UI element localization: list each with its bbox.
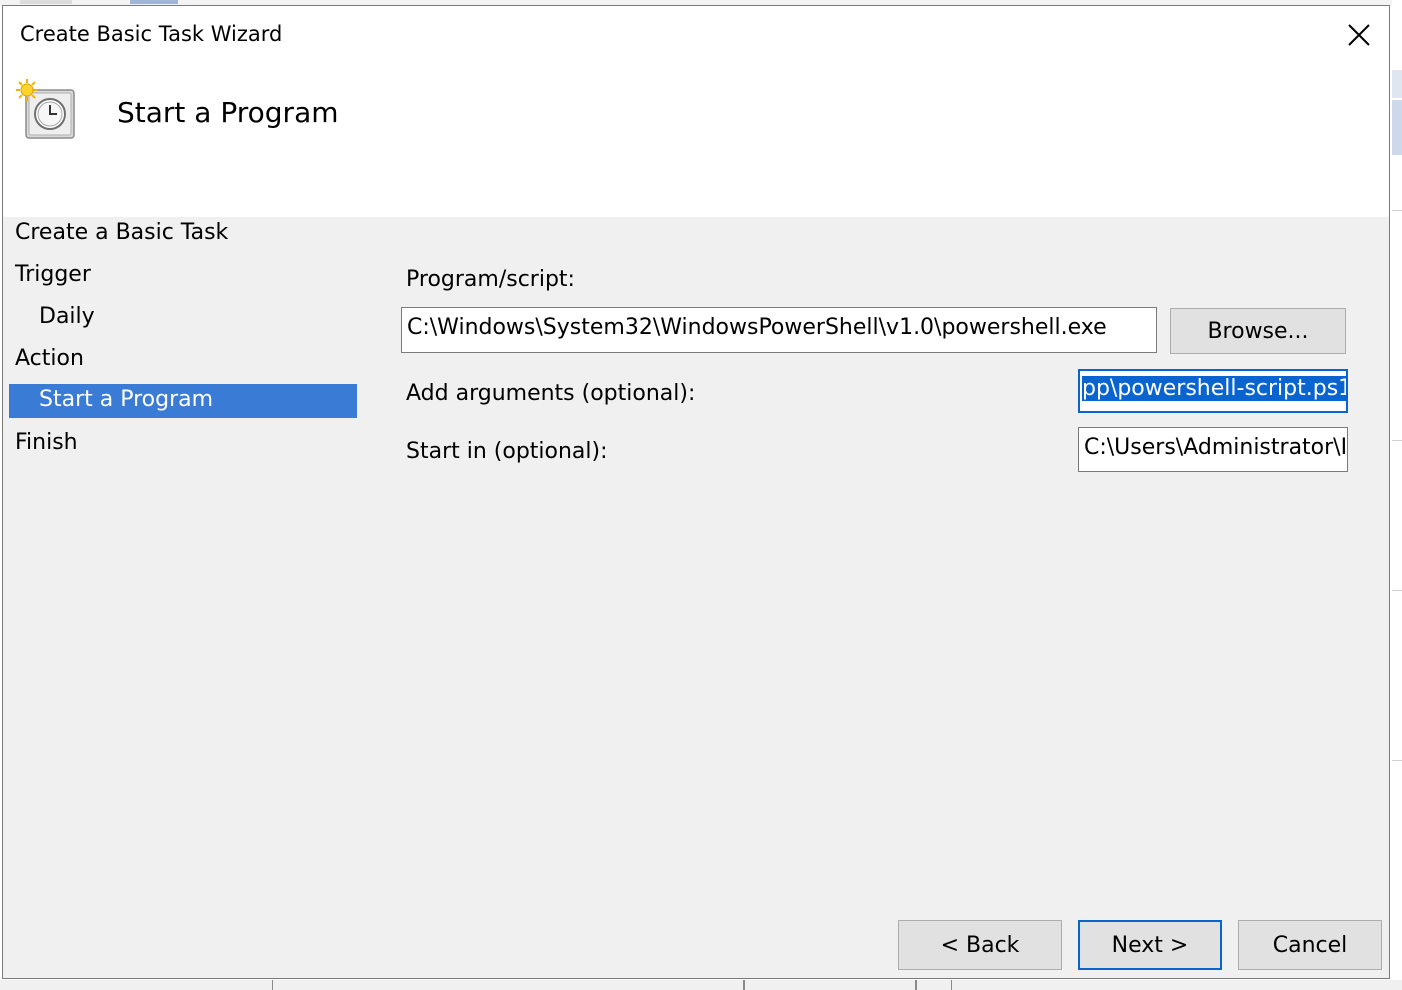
- start-in-input[interactable]: C:\Users\Administrator\I: [1078, 427, 1348, 472]
- close-button[interactable]: [1329, 6, 1389, 64]
- background-window-edge-right: [1392, 0, 1402, 990]
- browse-button[interactable]: Browse...: [1170, 308, 1346, 354]
- add-arguments-input[interactable]: pp\powershell-script.ps1: [1078, 369, 1348, 413]
- next-button-label: Next >: [1111, 932, 1189, 958]
- browse-button-label: Browse...: [1207, 318, 1309, 344]
- window-title: Create Basic Task Wizard: [20, 22, 283, 46]
- step-create-basic-task: Create a Basic Task: [15, 220, 229, 245]
- step-finish: Finish: [15, 430, 78, 455]
- start-in-label: Start in (optional):: [406, 439, 608, 464]
- back-button-label: < Back: [940, 932, 1020, 958]
- step-action: Action: [15, 346, 84, 371]
- title-bar: Create Basic Task Wizard: [3, 6, 1389, 64]
- cancel-button[interactable]: Cancel: [1238, 920, 1382, 970]
- close-icon: [1348, 24, 1370, 46]
- program-script-value: C:\Windows\System32\WindowsPowerShell\v1…: [407, 315, 1107, 340]
- back-button[interactable]: < Back: [898, 920, 1062, 970]
- step-trigger: Trigger: [15, 262, 91, 287]
- start-in-value: C:\Users\Administrator\I: [1084, 435, 1348, 460]
- step-start-a-program: Start a Program: [9, 384, 357, 418]
- page-title: Start a Program: [117, 96, 339, 129]
- step-start-a-program-label: Start a Program: [39, 387, 214, 412]
- program-script-label: Program/script:: [406, 267, 575, 292]
- wizard-header: Start a Program: [3, 64, 1389, 217]
- task-scheduler-clock-icon: [16, 79, 75, 139]
- cancel-button-label: Cancel: [1272, 932, 1348, 958]
- next-button[interactable]: Next >: [1078, 920, 1222, 970]
- step-daily: Daily: [39, 304, 95, 329]
- create-basic-task-dialog: Create Basic Task Wizard Start a Program…: [2, 5, 1390, 979]
- add-arguments-value: pp\powershell-script.ps1: [1082, 376, 1346, 401]
- program-script-input[interactable]: C:\Windows\System32\WindowsPowerShell\v1…: [401, 307, 1157, 353]
- background-window-edge-bottom: [0, 980, 1402, 990]
- add-arguments-label: Add arguments (optional):: [406, 381, 696, 406]
